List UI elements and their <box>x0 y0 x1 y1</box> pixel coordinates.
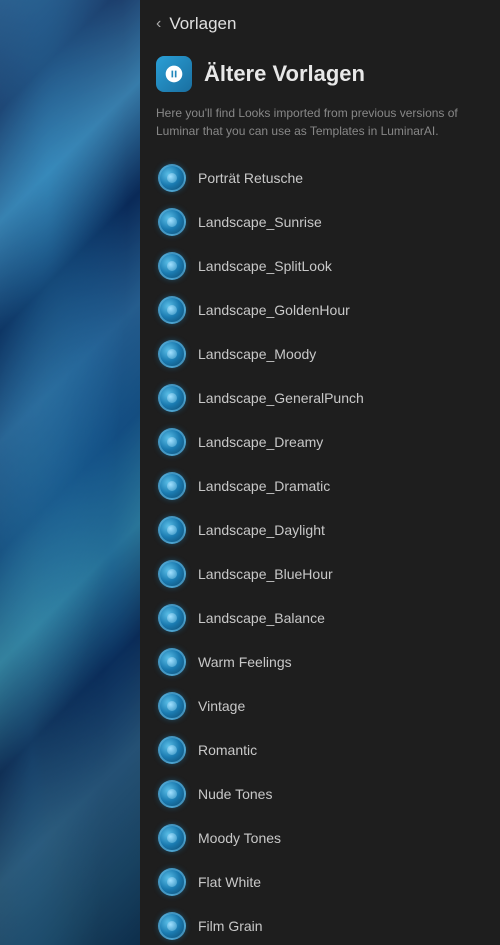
item-icon-inner <box>167 437 177 447</box>
item-icon <box>158 648 186 676</box>
header-title: Vorlagen <box>169 14 236 34</box>
item-icon <box>158 912 186 940</box>
item-icon <box>158 868 186 896</box>
item-icon-inner <box>167 701 177 711</box>
list-item[interactable]: Landscape_Dramatic <box>148 464 492 508</box>
back-button[interactable]: ‹ <box>156 15 161 33</box>
item-label: Landscape_Balance <box>198 610 325 626</box>
list-item[interactable]: Landscape_SplitLook <box>148 244 492 288</box>
item-label: Landscape_GeneralPunch <box>198 390 364 406</box>
main-panel: ‹ Vorlagen Ältere Vorlagen Here you'll f… <box>140 0 500 945</box>
list-item[interactable]: Landscape_Sunrise <box>148 200 492 244</box>
item-label: Landscape_SplitLook <box>198 258 332 274</box>
item-icon-inner <box>167 789 177 799</box>
item-icon <box>158 164 186 192</box>
item-icon-inner <box>167 745 177 755</box>
item-icon-inner <box>167 173 177 183</box>
section-header: Ältere Vorlagen <box>140 48 500 104</box>
item-icon-inner <box>167 481 177 491</box>
item-icon <box>158 252 186 280</box>
item-icon-inner <box>167 877 177 887</box>
list-item[interactable]: Nude Tones <box>148 772 492 816</box>
item-icon <box>158 516 186 544</box>
item-label: Romantic <box>198 742 257 758</box>
item-icon <box>158 428 186 456</box>
item-icon-inner <box>167 921 177 931</box>
header: ‹ Vorlagen <box>140 0 500 48</box>
item-label: Landscape_GoldenHour <box>198 302 350 318</box>
item-label: Landscape_Daylight <box>198 522 325 538</box>
item-icon-inner <box>167 393 177 403</box>
item-icon-inner <box>167 217 177 227</box>
item-icon-inner <box>167 305 177 315</box>
item-icon-inner <box>167 833 177 843</box>
item-label: Landscape_Sunrise <box>198 214 322 230</box>
item-icon <box>158 604 186 632</box>
list-item[interactable]: Landscape_Daylight <box>148 508 492 552</box>
background-overlay <box>0 0 160 945</box>
item-label: Porträt Retusche <box>198 170 303 186</box>
section-icon <box>156 56 192 92</box>
item-label: Vintage <box>198 698 245 714</box>
list-item[interactable]: Romantic <box>148 728 492 772</box>
section-description: Here you'll find Looks imported from pre… <box>140 104 500 156</box>
item-icon-inner <box>167 657 177 667</box>
item-label: Landscape_Moody <box>198 346 316 362</box>
list-item[interactable]: Landscape_GoldenHour <box>148 288 492 332</box>
item-label: Landscape_Dramatic <box>198 478 330 494</box>
items-list: Porträt Retusche Landscape_Sunrise Landsca… <box>140 156 500 945</box>
item-icon <box>158 780 186 808</box>
item-icon <box>158 692 186 720</box>
list-item[interactable]: Moody Tones <box>148 816 492 860</box>
item-icon-inner <box>167 261 177 271</box>
template-icon <box>164 64 184 84</box>
item-icon-inner <box>167 613 177 623</box>
list-item[interactable]: Porträt Retusche <box>148 156 492 200</box>
list-item[interactable]: Landscape_Moody <box>148 332 492 376</box>
list-item[interactable]: Landscape_Dreamy <box>148 420 492 464</box>
list-item[interactable]: Landscape_GeneralPunch <box>148 376 492 420</box>
item-label: Landscape_Dreamy <box>198 434 323 450</box>
item-icon-inner <box>167 525 177 535</box>
item-icon <box>158 560 186 588</box>
list-item[interactable]: Landscape_Balance <box>148 596 492 640</box>
section-title: Ältere Vorlagen <box>204 61 365 87</box>
item-icon <box>158 472 186 500</box>
item-label: Nude Tones <box>198 786 272 802</box>
list-item[interactable]: Warm Feelings <box>148 640 492 684</box>
item-label: Moody Tones <box>198 830 281 846</box>
list-item[interactable]: Film Grain <box>148 904 492 945</box>
item-label: Film Grain <box>198 918 263 934</box>
item-label: Warm Feelings <box>198 654 292 670</box>
item-icon-inner <box>167 349 177 359</box>
list-item[interactable]: Flat White <box>148 860 492 904</box>
list-item[interactable]: Vintage <box>148 684 492 728</box>
item-icon <box>158 296 186 324</box>
item-icon <box>158 384 186 412</box>
item-label: Flat White <box>198 874 261 890</box>
item-icon <box>158 736 186 764</box>
item-label: Landscape_BlueHour <box>198 566 333 582</box>
item-icon <box>158 208 186 236</box>
item-icon <box>158 824 186 852</box>
background-image <box>0 0 160 945</box>
item-icon-inner <box>167 569 177 579</box>
list-item[interactable]: Landscape_BlueHour <box>148 552 492 596</box>
item-icon <box>158 340 186 368</box>
